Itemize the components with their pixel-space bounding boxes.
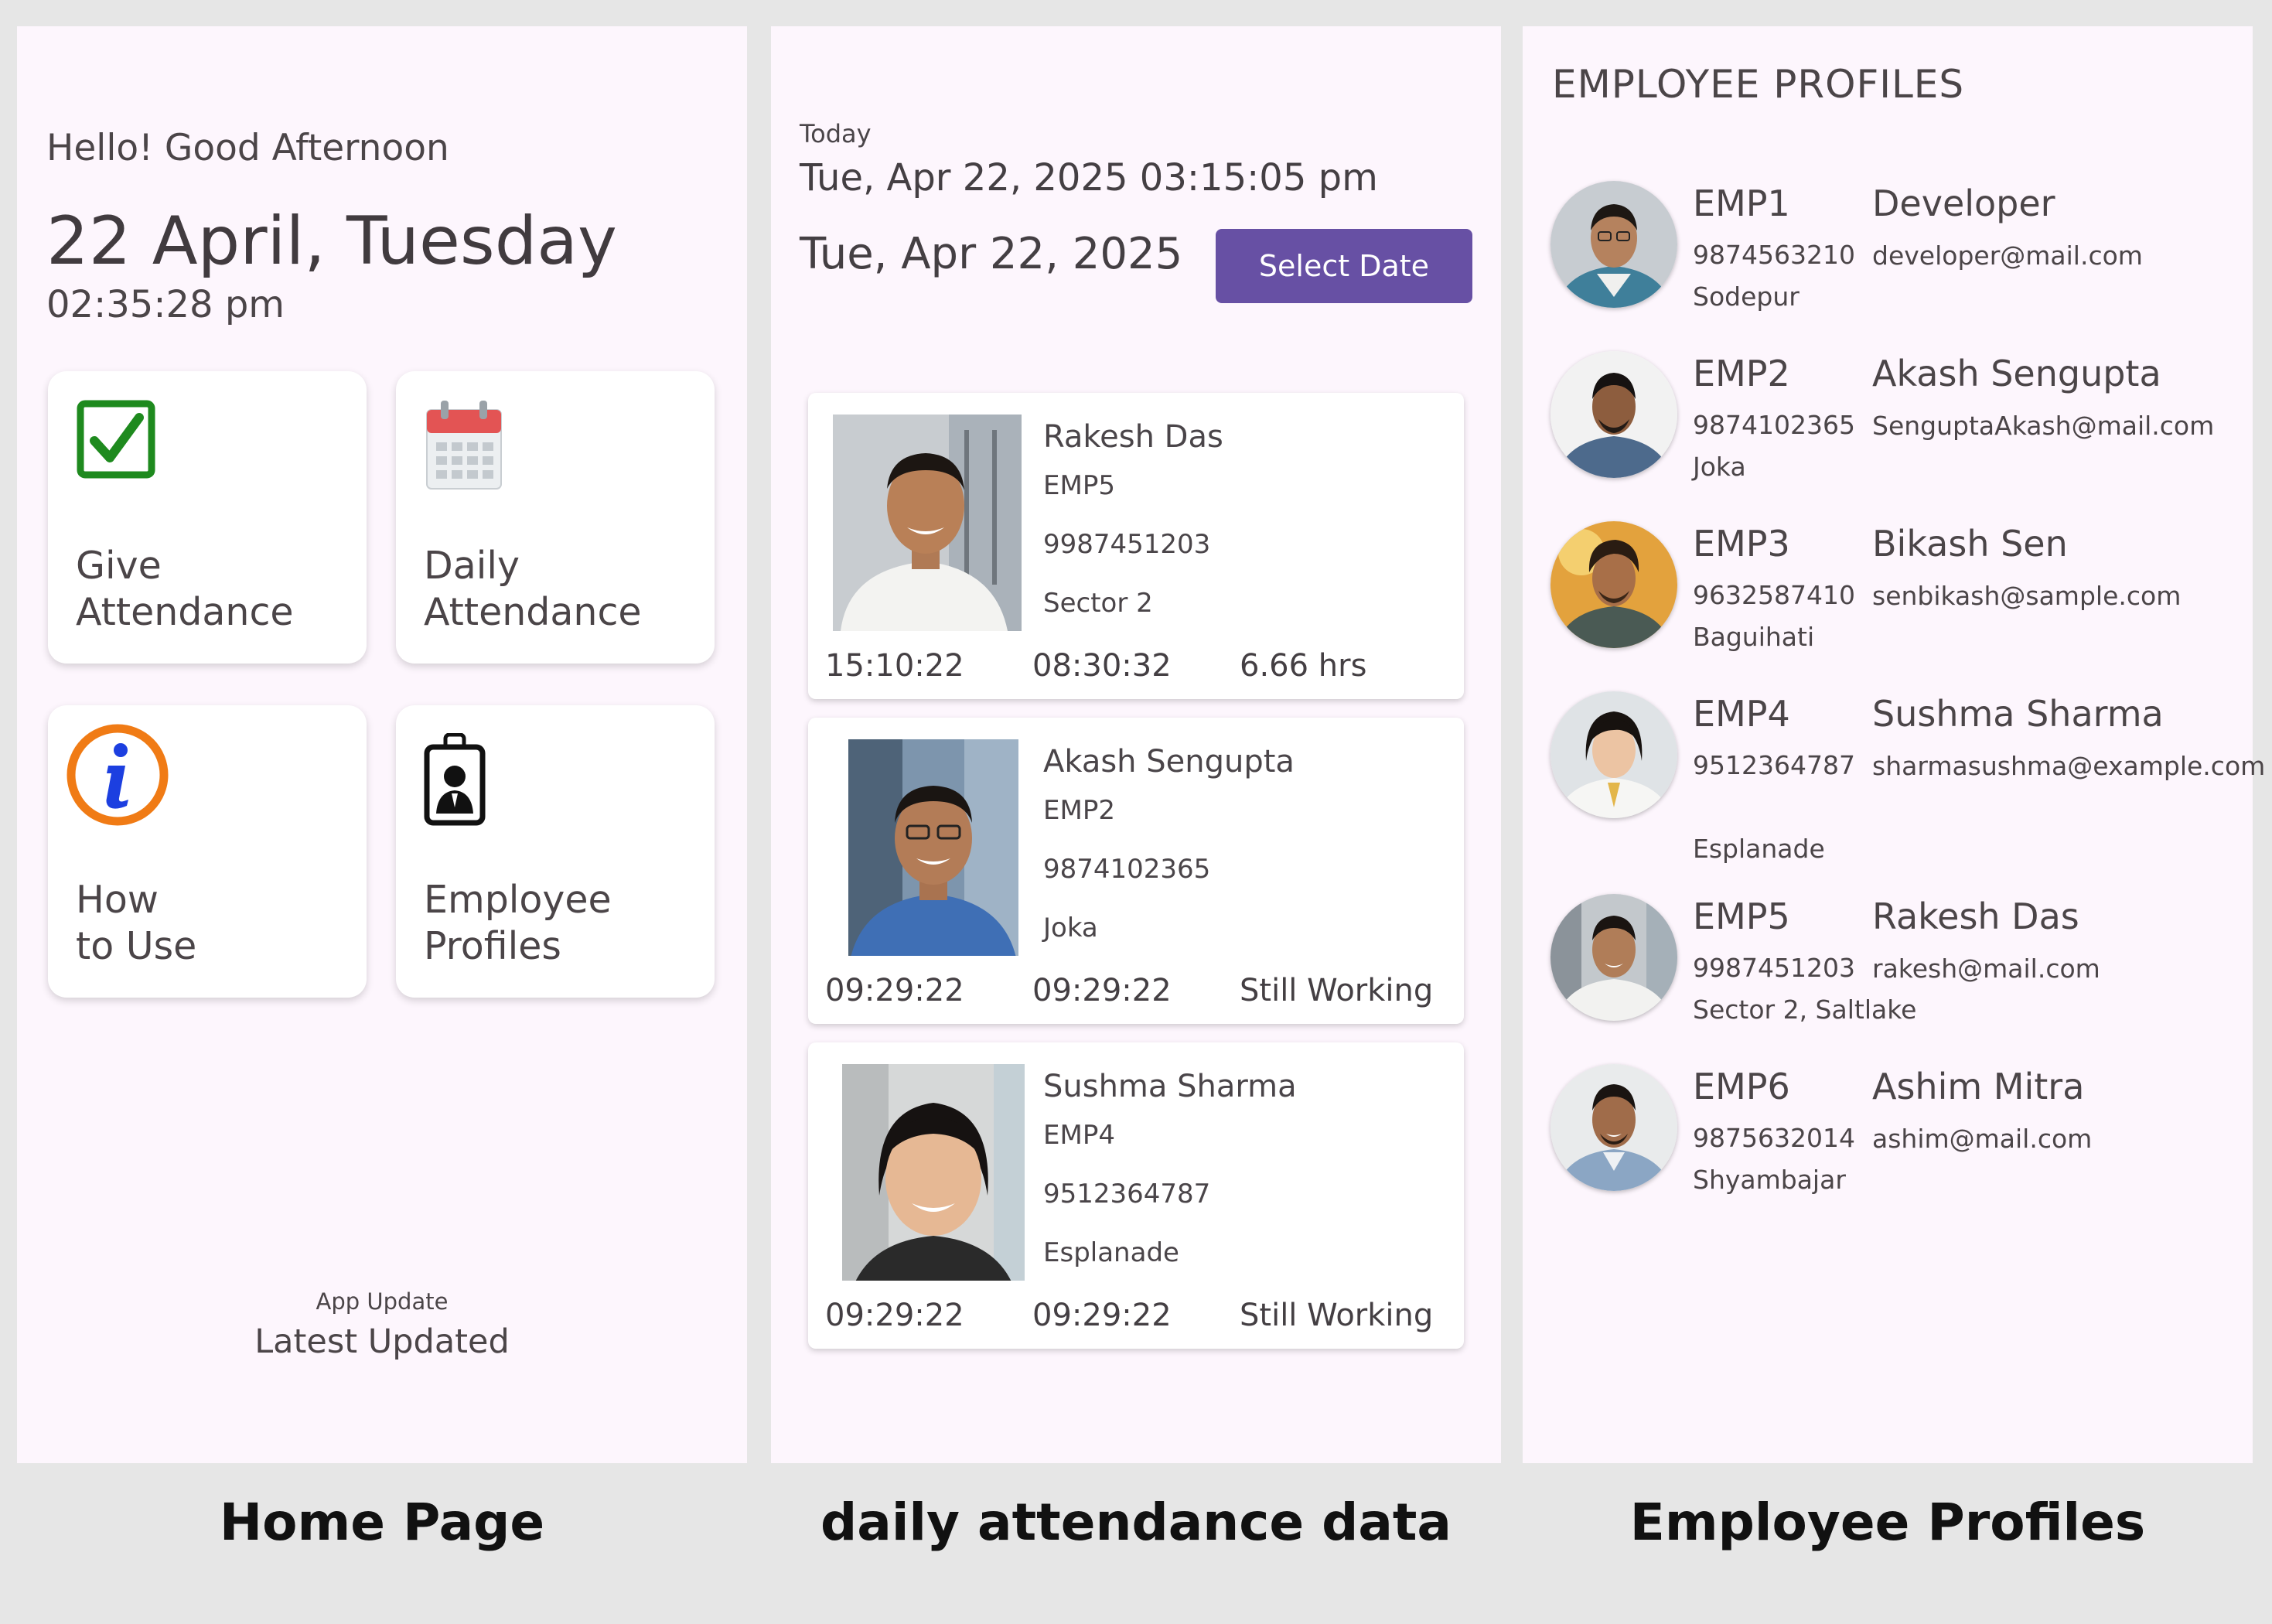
app-update-status: Latest Updated [254, 1322, 510, 1361]
employee-name: Bikash Sen [1872, 523, 2068, 565]
employee-id: EMP3 [1693, 523, 1790, 565]
home-page-screen: Hello! Good Afternoon 22 April, Tuesday … [17, 26, 747, 1463]
page-title: EMPLOYEE PROFILES [1552, 62, 1965, 107]
employee-email: developer@mail.com [1872, 241, 2143, 271]
current-time: 02:35:28 pm [46, 283, 285, 326]
employee-id: EMP4 [1693, 693, 1790, 735]
employee-id: EMP4 [1043, 1120, 1115, 1151]
employee-email: ashim@mail.com [1872, 1124, 2093, 1154]
employee-phone: 9632587410 [1693, 580, 1855, 610]
avatar [1550, 351, 1677, 478]
employee-profiles-caption: Employee Profiles [1629, 1493, 2146, 1552]
attendance-card[interactable]: Akash Sengupta EMP2 9874102365 Joka 09:2… [808, 718, 1464, 1024]
employee-name: Developer [1872, 183, 2055, 224]
employee-email: rakesh@mail.com [1872, 954, 2100, 984]
work-status: Still Working [1240, 973, 1434, 1008]
employee-address: Joka [1693, 452, 1746, 482]
employee-phone: 9874563210 [1693, 240, 1855, 270]
check-out-time: 09:29:22 [1032, 973, 1172, 1008]
employee-address: Joka [1043, 913, 1098, 943]
green-checkbox-icon [76, 399, 156, 483]
check-out-time: 08:30:32 [1032, 648, 1172, 684]
employee-name: Rakesh Das [1872, 896, 2079, 937]
calendar-icon [424, 399, 504, 495]
employee-profile-row[interactable]: EMP5 Rakesh Das 9987451203 rakesh@mail.c… [1550, 894, 2231, 1049]
employee-id: EMP1 [1693, 183, 1790, 224]
work-status: 6.66 hrs [1240, 648, 1367, 684]
home-page-caption: Home Page [219, 1493, 545, 1552]
employee-profiles-tile[interactable]: Employee Profiles [396, 705, 715, 998]
tile-label: Daily Attendance [424, 544, 642, 634]
employee-phone: 9874102365 [1043, 854, 1211, 885]
employee-address: Sodepur [1693, 281, 1800, 312]
select-date-button[interactable]: Select Date [1216, 229, 1472, 303]
daily-attendance-caption: daily attendance data [820, 1493, 1452, 1552]
daily-attendance-screen: Today Tue, Apr 22, 2025 03:15:05 pm Tue,… [771, 26, 1501, 1463]
tile-label: How to Use [76, 878, 197, 968]
employee-profile-row[interactable]: EMP3 Bikash Sen 9632587410 senbikash@sam… [1550, 521, 2231, 676]
attendance-card[interactable]: Rakesh Das EMP5 9987451203 Sector 2 15:1… [808, 393, 1464, 699]
employee-profile-row[interactable]: EMP6 Ashim Mitra 9875632014 ashim@mail.c… [1550, 1064, 2231, 1219]
how-to-use-tile[interactable]: How to Use [48, 705, 367, 998]
employee-id: EMP5 [1693, 896, 1790, 937]
avatar [1550, 894, 1677, 1021]
employee-email: senbikash@sample.com [1872, 581, 2182, 611]
check-in-time: 09:29:22 [825, 973, 964, 1008]
employee-name: Rakesh Das [1043, 419, 1223, 455]
employee-profile-row[interactable]: EMP4 Sushma Sharma 9512364787 sharmasush… [1550, 691, 2266, 864]
employee-name: Ashim Mitra [1872, 1066, 2085, 1107]
employee-photo [842, 1064, 1025, 1281]
employee-id: EMP2 [1043, 795, 1115, 826]
avatar [1550, 521, 1677, 648]
employee-name: Sushma Sharma [1043, 1069, 1297, 1104]
greeting-text: Hello! Good Afternoon [46, 127, 449, 169]
employee-photo [848, 739, 1018, 956]
id-badge-icon [424, 732, 486, 829]
current-datetime: Tue, Apr 22, 2025 03:15:05 pm [800, 156, 1378, 200]
employee-email: sharmasushma@example.com [1872, 751, 2266, 781]
employee-address: Baguihati [1693, 622, 1815, 652]
employee-email: SenguptaAkash@mail.com [1872, 411, 2215, 441]
employee-phone: 9987451203 [1693, 953, 1855, 983]
employee-address: Shyambajar [1693, 1165, 1846, 1195]
current-date: 22 April, Tuesday [46, 203, 617, 280]
employee-phone: 9875632014 [1693, 1123, 1855, 1153]
tile-label: Give Attendance [76, 544, 294, 634]
info-icon [65, 722, 170, 831]
employee-id: EMP5 [1043, 470, 1115, 501]
employee-id: EMP2 [1693, 353, 1790, 394]
daily-attendance-tile[interactable]: Daily Attendance [396, 371, 715, 664]
tile-label: Employee Profiles [424, 878, 612, 968]
employee-address: Esplanade [1043, 1237, 1179, 1268]
employee-phone: 9512364787 [1043, 1179, 1211, 1209]
check-out-time: 09:29:22 [1032, 1298, 1172, 1333]
today-label: Today [800, 119, 872, 148]
employee-address: Esplanade [1693, 834, 1825, 864]
employee-phone: 9512364787 [1693, 750, 1855, 780]
employee-name: Akash Sengupta [1872, 353, 2161, 394]
avatar [1550, 1064, 1677, 1191]
employee-photo [833, 415, 1022, 631]
check-in-time: 09:29:22 [825, 1298, 964, 1333]
employee-name: Sushma Sharma [1872, 693, 2164, 735]
employee-name: Akash Sengupta [1043, 744, 1295, 780]
employee-phone: 9987451203 [1043, 529, 1211, 560]
employee-id: EMP6 [1693, 1066, 1790, 1107]
employee-phone: 9874102365 [1693, 410, 1855, 440]
check-in-time: 15:10:22 [825, 648, 964, 684]
app-update-label: App Update [316, 1288, 449, 1315]
give-attendance-tile[interactable]: Give Attendance [48, 371, 367, 664]
selected-date: Tue, Apr 22, 2025 [800, 229, 1183, 279]
attendance-card[interactable]: Sushma Sharma EMP4 9512364787 Esplanade … [808, 1042, 1464, 1349]
employee-address: Sector 2 [1043, 588, 1153, 619]
work-status: Still Working [1240, 1298, 1434, 1333]
employee-profiles-screen: EMPLOYEE PROFILES EMP1 Developer 9874563… [1523, 26, 2266, 1463]
avatar [1550, 181, 1677, 308]
employee-address: Sector 2, Saltlake [1693, 995, 1917, 1025]
employee-profile-row[interactable]: EMP1 Developer 9874563210 developer@mail… [1550, 181, 2231, 336]
avatar [1550, 691, 1677, 818]
employee-profile-row[interactable]: EMP2 Akash Sengupta 9874102365 SenguptaA… [1550, 351, 2231, 506]
